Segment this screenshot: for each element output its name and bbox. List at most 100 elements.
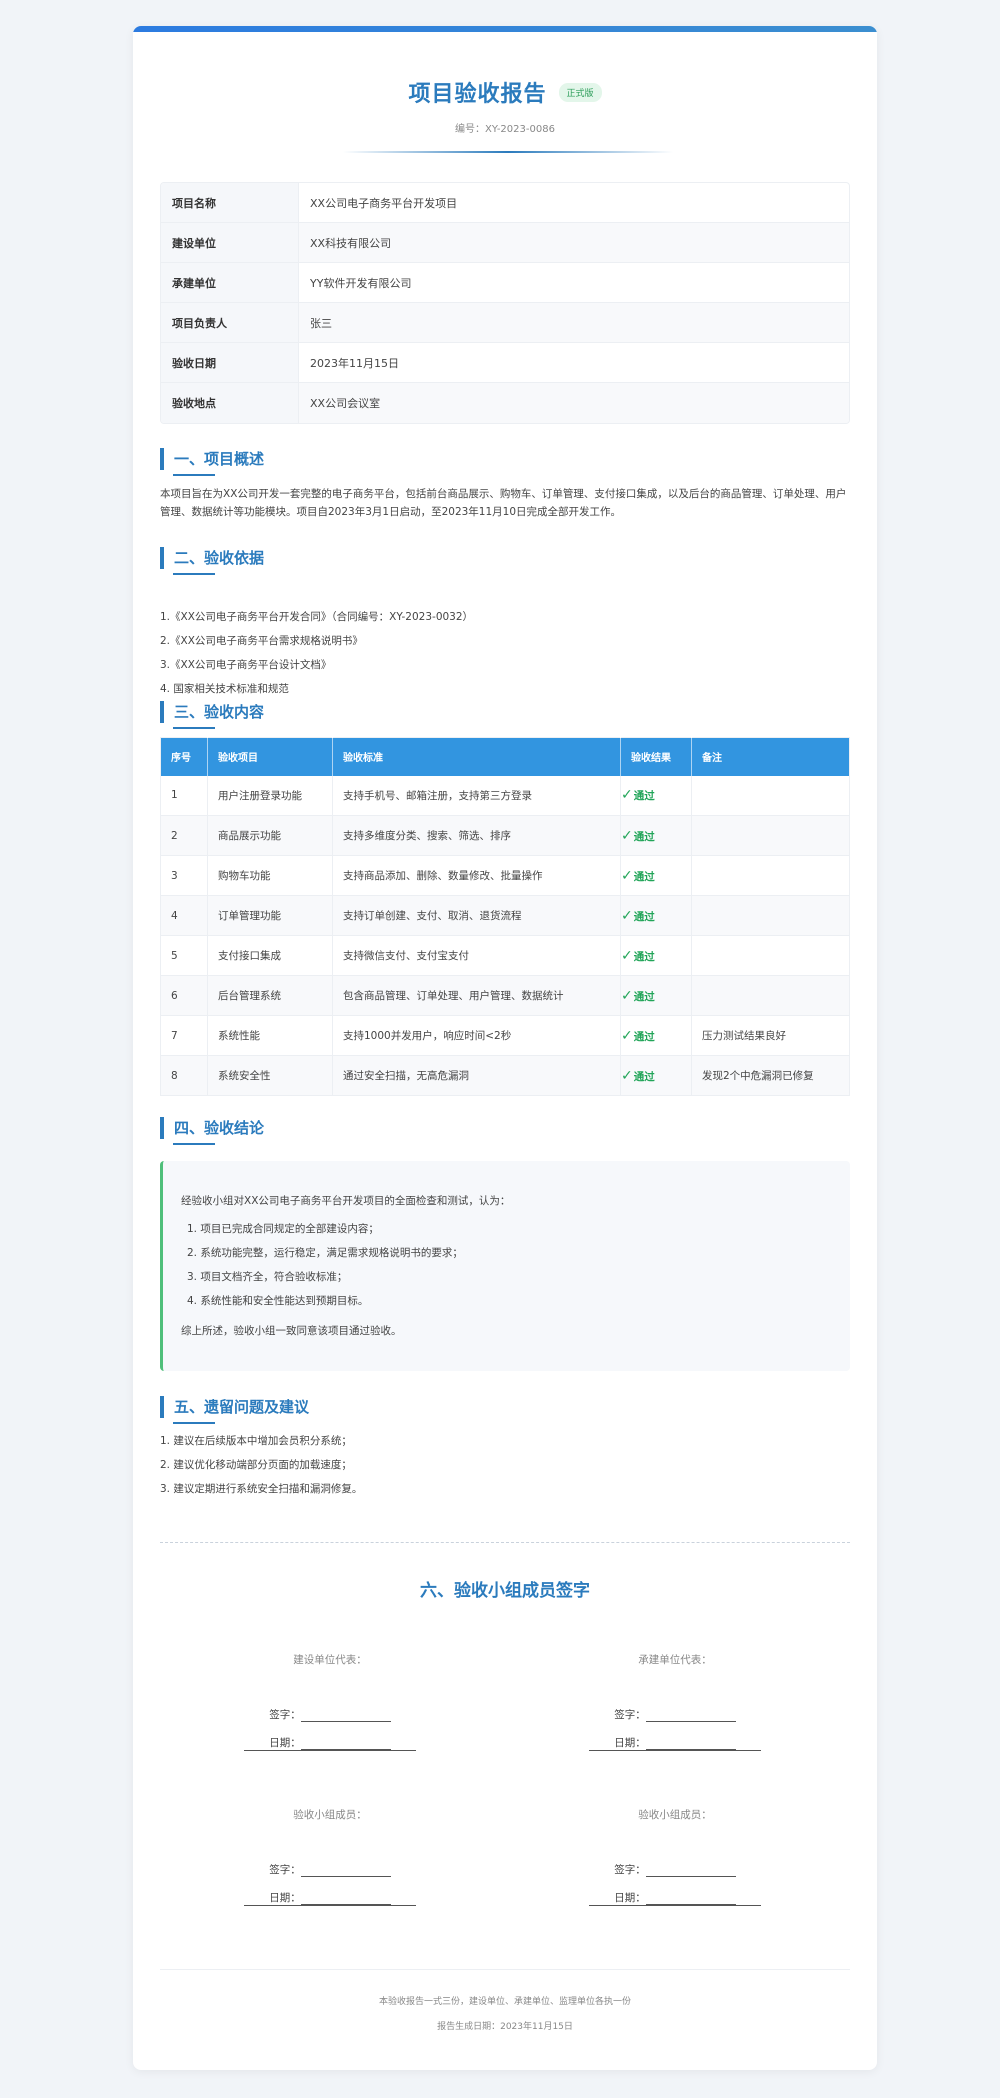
cell-result: ✓通过 — [620, 855, 692, 896]
info-label: 验收地点 — [161, 383, 299, 423]
conclusion-summary: 综上所述，验收小组一致同意该项目通过验收。 — [181, 1325, 402, 1337]
cell-item: 系统安全性 — [207, 1055, 333, 1096]
info-row: 验收日期 2023年11月15日 — [161, 343, 849, 383]
cell-standard: 支持订单创建、支付、取消、退货流程 — [332, 895, 621, 936]
signature-block: 承建单位代表： 签字： 日期： — [575, 1650, 775, 1751]
cell-item: 系统性能 — [207, 1015, 333, 1056]
list-item: 3. 项目文档齐全，符合验收标准； — [187, 1271, 348, 1283]
signer-role: 建设单位代表： — [293, 1654, 367, 1666]
check-icon: ✓ — [621, 907, 633, 924]
cell-result: ✓通过 — [620, 815, 692, 856]
signature-line[interactable]: 签字： — [575, 1849, 775, 1877]
sign-blank[interactable] — [645, 1710, 736, 1722]
check-icon: ✓ — [621, 947, 633, 964]
cell-no: 6 — [160, 975, 208, 1016]
sign-label: 签字： — [614, 1864, 646, 1876]
issues-list: 1. 建议在后续版本中增加会员积分系统； 2. 建议优化移动端部分页面的加载速度… — [160, 1429, 850, 1501]
report-header: 项目验收报告 正式版 编号：XY-2023-0086 — [133, 76, 877, 135]
sign-blank[interactable] — [300, 1710, 391, 1722]
signature-baseline — [589, 1905, 761, 1906]
section-underline — [173, 1143, 215, 1145]
column-header: 备注 — [691, 737, 850, 776]
signature-baseline — [244, 1750, 416, 1751]
date-label: 日期： — [269, 1737, 301, 1749]
cell-item: 购物车功能 — [207, 855, 333, 896]
signature-line[interactable]: 签字： — [230, 1849, 430, 1877]
table-row: 2 商品展示功能 支持多维度分类、搜索、筛选、排序 ✓通过 — [160, 815, 850, 856]
section-underline — [173, 474, 215, 476]
basis-list: 1.《XX公司电子商务平台开发合同》（合同编号：XY-2023-0032） 2.… — [160, 605, 850, 701]
info-row: 项目负责人 张三 — [161, 303, 849, 343]
date-blank[interactable] — [300, 1893, 391, 1905]
date-blank[interactable] — [300, 1738, 391, 1750]
check-icon: ✓ — [621, 1067, 633, 1084]
conclusion-intro: 经验收小组对XX公司电子商务平台开发项目的全面检查和测试，认为： — [181, 1195, 511, 1207]
result-text: 通过 — [633, 990, 655, 1003]
date-label: 日期： — [614, 1892, 646, 1904]
top-accent-bar — [133, 26, 877, 32]
info-label: 承建单位 — [161, 263, 299, 302]
table-header-row: 序号 验收项目 验收标准 验收结果 备注 — [160, 737, 850, 776]
list-item: 1. 建议在后续版本中增加会员积分系统； — [160, 1435, 352, 1447]
section-title-conclusion: 四、验收结论 — [160, 1117, 264, 1139]
info-value: YY软件开发有限公司 — [310, 276, 412, 290]
cell-no: 2 — [160, 815, 208, 856]
signature-line[interactable]: 签字： — [575, 1694, 775, 1722]
date-line[interactable]: 日期： — [575, 1877, 775, 1905]
signature-block: 验收小组成员： 签字： 日期： — [230, 1805, 430, 1906]
info-value: 2023年11月15日 — [310, 356, 399, 370]
result-text: 通过 — [633, 830, 655, 843]
cell-note — [691, 855, 850, 896]
date-blank[interactable] — [645, 1893, 736, 1905]
signature-block: 验收小组成员： 签字： 日期： — [575, 1805, 775, 1906]
signer-role: 验收小组成员： — [638, 1809, 712, 1821]
footer-date: 报告生成日期：2023年11月15日 — [437, 2022, 573, 2032]
column-header: 序号 — [160, 737, 208, 776]
table-row: 4 订单管理功能 支持订单创建、支付、取消、退货流程 ✓通过 — [160, 895, 850, 936]
status-badge: 正式版 — [558, 82, 602, 102]
sign-label: 签字： — [269, 1864, 301, 1876]
section-title-issues: 五、遗留问题及建议 — [160, 1396, 309, 1418]
list-item: 2.《XX公司电子商务平台需求规格说明书》 — [160, 635, 363, 647]
list-item: 4. 国家相关技术标准和规范 — [160, 683, 289, 695]
date-line[interactable]: 日期： — [575, 1722, 775, 1750]
signature-section-title: 六、验收小组成员签字 — [420, 1581, 590, 1601]
report-page: 项目验收报告 正式版 编号：XY-2023-0086 项目名称 XX公司电子商务平… — [133, 26, 877, 2070]
table-row: 5 支付接口集成 支持微信支付、支付宝支付 ✓通过 — [160, 935, 850, 976]
check-icon: ✓ — [621, 987, 633, 1004]
date-blank[interactable] — [645, 1738, 736, 1750]
cell-result: ✓通过 — [620, 975, 692, 1016]
acceptance-table: 序号 验收项目 验收标准 验收结果 备注 1 用户注册登录功能 支持手机号、邮箱注册… — [160, 737, 850, 1096]
signature-line[interactable]: 签字： — [230, 1694, 430, 1722]
cell-no: 1 — [160, 775, 208, 816]
cell-standard: 通过安全扫描，无高危漏洞 — [332, 1055, 621, 1096]
cell-result: ✓通过 — [620, 935, 692, 976]
cell-standard: 支持多维度分类、搜索、筛选、排序 — [332, 815, 621, 856]
info-label: 验收日期 — [161, 343, 299, 382]
info-value: XX公司会议室 — [310, 397, 381, 410]
info-row: 验收地点 XX公司会议室 — [161, 383, 849, 423]
sign-blank[interactable] — [645, 1865, 736, 1877]
result-text: 通过 — [633, 910, 655, 923]
column-header: 验收项目 — [207, 737, 333, 776]
cell-no: 3 — [160, 855, 208, 896]
table-row: 7 系统性能 支持1000并发用户，响应时间<2秒 ✓通过 压力测试结果良好 — [160, 1015, 850, 1056]
cell-note — [691, 895, 850, 936]
cell-item: 订单管理功能 — [207, 895, 333, 936]
signer-role: 承建单位代表： — [638, 1654, 712, 1666]
signature-baseline — [244, 1905, 416, 1906]
table-row: 6 后台管理系统 包含商品管理、订单处理、用户管理、数据统计 ✓通过 — [160, 975, 850, 1016]
date-line[interactable]: 日期： — [230, 1877, 430, 1905]
sign-blank[interactable] — [300, 1865, 391, 1877]
result-text: 通过 — [633, 950, 655, 963]
info-label: 建设单位 — [161, 223, 299, 262]
cell-note — [691, 775, 850, 816]
list-item: 3. 建议定期进行系统安全扫描和漏洞修复。 — [160, 1483, 363, 1495]
cell-note — [691, 815, 850, 856]
cell-item: 后台管理系统 — [207, 975, 333, 1016]
check-icon: ✓ — [621, 827, 633, 844]
list-item: 4. 系统性能和安全性能达到预期目标。 — [187, 1295, 369, 1307]
date-line[interactable]: 日期： — [230, 1722, 430, 1750]
header-divider — [343, 151, 673, 153]
signature-block: 建设单位代表： 签字： 日期： — [230, 1650, 430, 1751]
